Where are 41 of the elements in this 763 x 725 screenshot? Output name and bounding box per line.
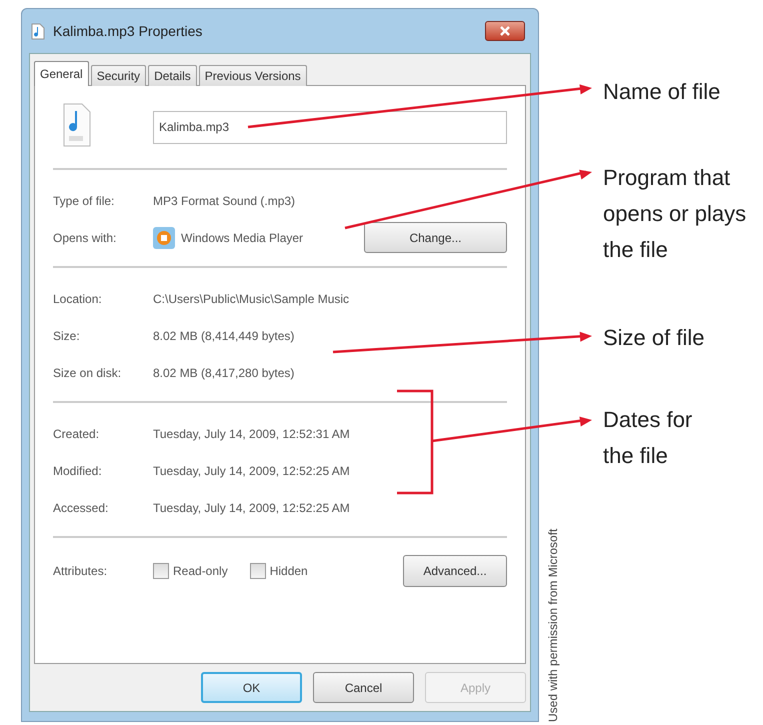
file-name-field[interactable]: Kalimba.mp3 [153,110,507,144]
annotation-label: Size of file [603,324,704,352]
field-value: C:\Users\Public\Music\Sample Music [153,292,350,306]
checkbox-label[interactable]: Read-only [173,564,228,578]
tab[interactable]: General [34,61,89,86]
dialog-button[interactable]: OK [201,672,302,703]
annotation-label: Name of file [603,78,720,106]
tab[interactable]: Security [90,65,146,86]
music-file-icon [31,22,45,40]
field-label: Size: [53,328,81,342]
window-title: Kalimba.mp3 Properties [53,23,202,39]
close-icon [499,26,511,36]
field-label: Location: [53,292,103,306]
field-label: Attributes: [53,564,108,578]
credit-text: Used with permission from Microsoft [546,528,560,722]
field-value: MP3 Format Sound (.mp3) [153,194,296,208]
annotation-label: Program that opens or plays the file [603,164,746,264]
checkbox[interactable] [250,563,266,579]
field-value: Windows Media Player [181,230,304,244]
field-label: Accessed: [53,500,110,514]
media-player-icon [153,226,175,248]
field-label: Opens with: [53,230,118,244]
annotation-label: Dates for the file [603,406,692,470]
advanced-button[interactable]: Advanced... [403,555,507,587]
field-value: Tuesday, July 14, 2009, 12:52:25 AM [153,500,350,514]
tab[interactable]: Previous Versions [198,65,307,86]
field-label: Created: [53,426,100,440]
change-button[interactable]: Change... [364,222,507,253]
field-label: Modified: [53,464,103,478]
field-value: 8.02 MB (8,414,449 bytes) [153,328,294,342]
field-label: Type of file: [53,194,116,208]
checkbox[interactable] [153,563,169,579]
music-file-icon [63,103,91,147]
field-value: Tuesday, July 14, 2009, 12:52:25 AM [153,464,350,478]
close-button[interactable] [485,21,525,41]
field-label: Size on disk: [53,366,122,380]
checkbox-label[interactable]: Hidden [270,564,308,578]
field-value: 8.02 MB (8,417,280 bytes) [153,366,294,380]
dialog-button[interactable]: Cancel [313,672,414,703]
tab[interactable]: Details [148,65,197,86]
field-value: Tuesday, July 14, 2009, 12:52:31 AM [153,426,350,440]
